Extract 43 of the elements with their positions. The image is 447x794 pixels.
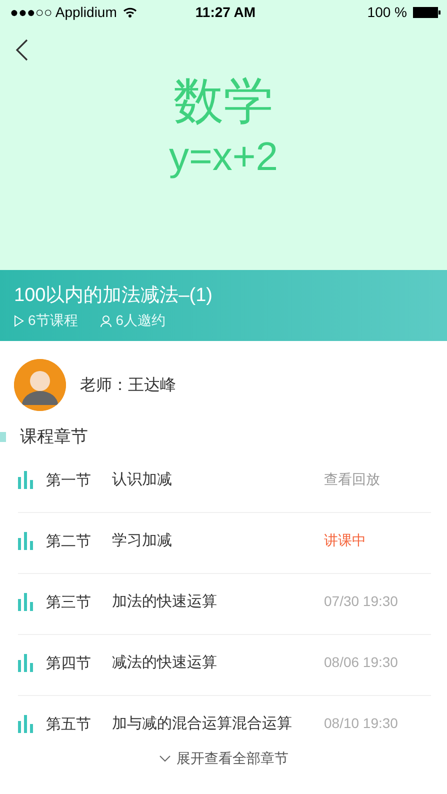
chapter-number: 第一节 <box>46 471 92 490</box>
wifi-icon <box>122 6 137 18</box>
chapter-status: 07/30 19:30 <box>324 593 398 609</box>
chapter-name: 学习加减 <box>112 531 173 551</box>
invite-count: 6人邀约 <box>116 312 166 330</box>
formula-text: y=x+2 <box>169 135 278 180</box>
chevron-down-icon <box>158 755 170 763</box>
chapter-number: 第五节 <box>46 715 92 734</box>
course-title: 100以内的加法减法–(1) <box>14 284 214 308</box>
bar-chart-icon <box>18 715 34 733</box>
back-icon[interactable] <box>14 38 30 62</box>
person-icon <box>100 314 112 326</box>
lesson-count: 6节课程 <box>28 312 78 330</box>
chapter-row[interactable]: 第三节 加法的快速运算 07/30 19:30 <box>18 574 431 635</box>
chapter-number: 第四节 <box>46 654 92 673</box>
bar-chart-icon <box>18 532 34 550</box>
chapter-status: 讲课中 <box>324 532 366 550</box>
bar-chart-icon <box>18 471 34 489</box>
battery-icon <box>413 6 441 18</box>
teacher-name: 老师：王达峰 <box>80 376 176 396</box>
chapter-row[interactable]: 第四节 减法的快速运算 08/06 19:30 <box>18 635 431 696</box>
carrier-name: ●●●○○ Applidium <box>10 4 117 20</box>
chapter-name: 加与减的混合运算混合运算 <box>112 714 293 734</box>
chapter-status: 08/06 19:30 <box>324 654 398 670</box>
teacher-avatar <box>14 359 66 411</box>
play-icon <box>14 314 24 326</box>
subject-title: 数学 <box>174 72 274 131</box>
chapter-name: 认识加减 <box>112 470 173 490</box>
chapter-status: 查看回放 <box>324 471 380 489</box>
battery-percent: 100 % <box>367 4 407 20</box>
chapter-row[interactable]: 第一节 认识加减 查看回放 <box>18 452 431 513</box>
chapter-name: 加法的快速运算 <box>112 592 218 612</box>
chapter-name: 减法的快速运算 <box>112 653 218 673</box>
chapter-status: 08/10 19:30 <box>324 715 398 731</box>
status-time: 11:27 AM <box>195 4 256 20</box>
expand-link[interactable]: 展开查看全部章节 <box>176 750 288 768</box>
section-title: 课程章节 <box>20 426 88 448</box>
chapter-number: 第二节 <box>46 532 92 551</box>
section-marker <box>0 432 6 442</box>
bar-chart-icon <box>18 593 34 611</box>
chapter-number: 第三节 <box>46 593 92 612</box>
chapter-row[interactable]: 第二节 学习加减 讲课中 <box>18 513 431 574</box>
bar-chart-icon <box>18 654 34 672</box>
